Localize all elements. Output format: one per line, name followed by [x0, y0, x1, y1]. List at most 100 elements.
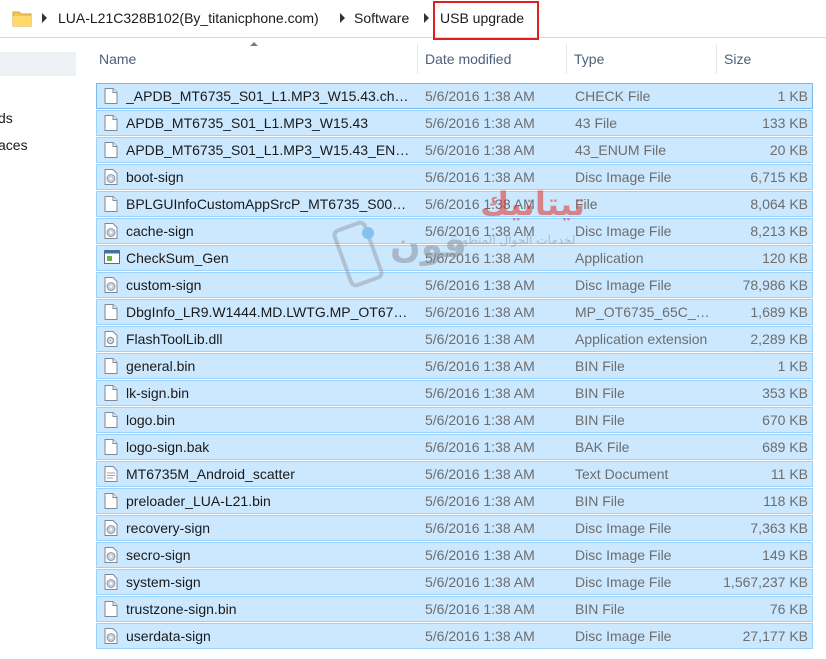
chevron-right-icon[interactable] — [340, 13, 345, 23]
file-size: 353 KB — [762, 385, 808, 401]
file-row[interactable]: _APDB_MT6735_S01_L1.MP3_W15.43.check 5/6/… — [96, 83, 813, 109]
file-date-modified: 5/6/2016 1:38 AM — [425, 628, 535, 644]
file-row[interactable]: recovery-sign 5/6/2016 1:38 AM Disc Image … — [96, 515, 813, 541]
file-date-modified: 5/6/2016 1:38 AM — [425, 385, 535, 401]
file-size: 7,363 KB — [750, 520, 808, 536]
file-name: recovery-sign — [126, 520, 211, 536]
file-date-modified: 5/6/2016 1:38 AM — [425, 547, 535, 563]
nav-selected-item[interactable] — [0, 52, 76, 76]
disc-image-icon — [104, 574, 118, 590]
document-icon — [104, 115, 118, 131]
file-type: Application extension — [575, 331, 708, 347]
folder-icon — [12, 11, 32, 27]
file-type: 43_ENUM File — [575, 142, 667, 158]
file-row[interactable]: lk-sign.bin 5/6/2016 1:38 AM BIN File 353 K… — [96, 380, 813, 406]
document-icon — [104, 385, 118, 401]
nav-item-places[interactable]: aces — [0, 137, 28, 153]
file-row[interactable]: logo-sign.bak 5/6/2016 1:38 AM BAK File 689… — [96, 434, 813, 460]
file-row[interactable]: userdata-sign 5/6/2016 1:38 AM Disc Image … — [96, 623, 813, 649]
file-date-modified: 5/6/2016 1:38 AM — [425, 574, 535, 590]
file-size: 11 KB — [770, 466, 808, 482]
watermark-line-1: تيتانيك — [480, 185, 586, 223]
file-size: 1,689 KB — [750, 304, 808, 320]
nav-item-downloads[interactable]: ds — [0, 110, 13, 126]
file-date-modified: 5/6/2016 1:38 AM — [425, 358, 535, 374]
application-icon — [104, 250, 120, 266]
file-date-modified: 5/6/2016 1:38 AM — [425, 142, 535, 158]
document-icon — [104, 493, 118, 509]
file-date-modified: 5/6/2016 1:38 AM — [425, 88, 535, 104]
file-size: 27,177 KB — [742, 628, 808, 644]
file-name: lk-sign.bin — [126, 385, 190, 401]
file-name: general.bin — [126, 358, 196, 374]
file-type: BIN File — [575, 358, 625, 374]
document-icon — [104, 304, 118, 320]
file-row[interactable]: preloader_LUA-L21.bin 5/6/2016 1:38 AM BIN… — [96, 488, 813, 514]
column-header-date[interactable]: Date modified — [419, 44, 567, 74]
disc-image-icon — [104, 520, 118, 536]
column-header-type[interactable]: Type — [568, 44, 717, 74]
watermark-logo: تيتانيك فون لخدمات الجوال المتطورة — [330, 185, 610, 305]
file-size: 118 KB — [763, 493, 808, 509]
file-name: MT6735M_Android_scatter — [126, 466, 295, 482]
file-size: 120 KB — [762, 250, 808, 266]
file-name: logo.bin — [126, 412, 176, 428]
file-date-modified: 5/6/2016 1:38 AM — [425, 439, 535, 455]
file-size: 8,213 KB — [750, 223, 808, 239]
text-document-icon — [104, 466, 118, 482]
column-header-size[interactable]: Size — [718, 44, 818, 74]
file-type: Disc Image File — [575, 520, 672, 536]
file-type: CHECK File — [575, 88, 651, 104]
file-name: secro-sign — [126, 547, 191, 563]
file-date-modified: 5/6/2016 1:38 AM — [425, 115, 535, 131]
breadcrumb-item-software[interactable]: Software — [354, 9, 409, 27]
file-name: _APDB_MT6735_S01_L1.MP3_W15.43.check — [126, 88, 411, 104]
file-type: Text Document — [575, 466, 669, 482]
file-size: 8,064 KB — [750, 196, 808, 212]
file-date-modified: 5/6/2016 1:38 AM — [425, 412, 535, 428]
chevron-right-icon[interactable] — [42, 13, 47, 23]
file-row[interactable]: APDB_MT6735_S01_L1.MP3_W15.43 5/6/2016 1:… — [96, 110, 813, 136]
file-row[interactable]: APDB_MT6735_S01_L1.MP3_W15.43_ENUM 5/6/20… — [96, 137, 813, 163]
file-size: 76 KB — [769, 601, 808, 617]
file-row[interactable]: system-sign 5/6/2016 1:38 AM Disc Image Fi… — [96, 569, 813, 595]
file-name: system-sign — [126, 574, 201, 590]
file-row[interactable]: logo.bin 5/6/2016 1:38 AM BIN File 670 KB — [96, 407, 813, 433]
file-row[interactable]: secro-sign 5/6/2016 1:38 AM Disc Image Fil… — [96, 542, 813, 568]
file-row[interactable]: general.bin 5/6/2016 1:38 AM BIN File 1 KB — [96, 353, 813, 379]
chevron-right-icon[interactable] — [424, 13, 429, 23]
document-icon — [104, 601, 118, 617]
file-type: BAK File — [575, 439, 630, 455]
file-row[interactable]: FlashToolLib.dll 5/6/2016 1:38 AM Applicat… — [96, 326, 813, 352]
file-type: BIN File — [575, 412, 625, 428]
file-date-modified: 5/6/2016 1:38 AM — [425, 331, 535, 347]
file-size: 689 KB — [762, 439, 808, 455]
address-bar[interactable]: LUA-L21C328B102(By_titanicphone.com) Sof… — [0, 0, 826, 40]
file-name: trustzone-sign.bin — [126, 601, 237, 617]
file-type: 43 File — [575, 115, 618, 131]
file-row[interactable]: MT6735M_Android_scatter 5/6/2016 1:38 AM T… — [96, 461, 813, 487]
document-icon — [104, 196, 118, 212]
file-size: 1 KB — [777, 358, 808, 374]
disc-image-icon — [104, 223, 118, 239]
file-type: Disc Image File — [575, 574, 672, 590]
file-size: 1,567,237 KB — [723, 574, 808, 590]
file-row[interactable]: trustzone-sign.bin 5/6/2016 1:38 AM BIN Fi… — [96, 596, 813, 622]
file-date-modified: 5/6/2016 1:38 AM — [425, 493, 535, 509]
file-date-modified: 5/6/2016 1:38 AM — [425, 520, 535, 536]
file-name: APDB_MT6735_S01_L1.MP3_W15.43_ENUM — [126, 142, 411, 158]
file-name: FlashToolLib.dll — [126, 331, 223, 347]
file-size: 133 KB — [762, 115, 808, 131]
document-icon — [104, 142, 118, 158]
breadcrumb-item-firmware[interactable]: LUA-L21C328B102(By_titanicphone.com) — [58, 9, 319, 27]
file-size: 6,715 KB — [750, 169, 808, 185]
column-header-name[interactable]: Name — [93, 44, 418, 74]
file-size: 2,289 KB — [750, 331, 808, 347]
document-icon — [104, 412, 118, 428]
file-type: Disc Image File — [575, 628, 672, 644]
file-type: BIN File — [575, 493, 625, 509]
phone-icon — [332, 220, 384, 288]
disc-image-icon — [104, 547, 118, 563]
file-date-modified: 5/6/2016 1:38 AM — [425, 601, 535, 617]
file-size: 20 KB — [769, 142, 808, 158]
